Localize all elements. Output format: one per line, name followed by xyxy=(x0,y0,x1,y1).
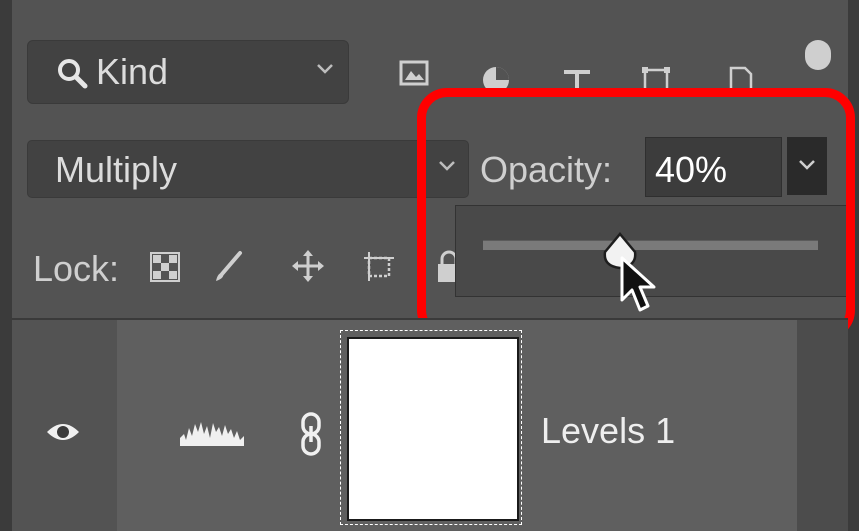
pixel-layer-filter-icon[interactable] xyxy=(398,56,430,90)
eye-icon[interactable] xyxy=(45,420,81,444)
levels-histogram-icon xyxy=(180,422,244,446)
lock-image-icon[interactable] xyxy=(212,248,246,284)
lock-position-icon[interactable] xyxy=(291,248,325,284)
blend-mode-value: Multiply xyxy=(55,149,178,190)
chevron-down-icon xyxy=(317,64,333,74)
layer-mask-thumbnail[interactable] xyxy=(347,337,519,521)
smart-object-filter-icon[interactable] xyxy=(725,56,757,90)
search-icon xyxy=(58,59,88,89)
lock-label: Lock: xyxy=(33,248,120,289)
lock-artboard-icon[interactable] xyxy=(362,248,396,284)
type-filter-icon[interactable] xyxy=(561,56,593,90)
layer-row-edge xyxy=(797,320,848,531)
filter-toggle-switch[interactable] xyxy=(805,40,831,70)
panel-edge-left xyxy=(0,0,12,531)
filter-kind-label: Kind xyxy=(96,51,169,92)
adjustment-filter-icon[interactable] xyxy=(480,56,512,90)
chain-link-icon[interactable] xyxy=(298,412,324,456)
layer-name[interactable]: Levels 1 xyxy=(541,410,675,452)
opacity-highlight-box xyxy=(417,88,855,340)
shape-filter-icon[interactable] xyxy=(640,56,672,90)
lock-transparent-icon[interactable] xyxy=(148,248,182,284)
